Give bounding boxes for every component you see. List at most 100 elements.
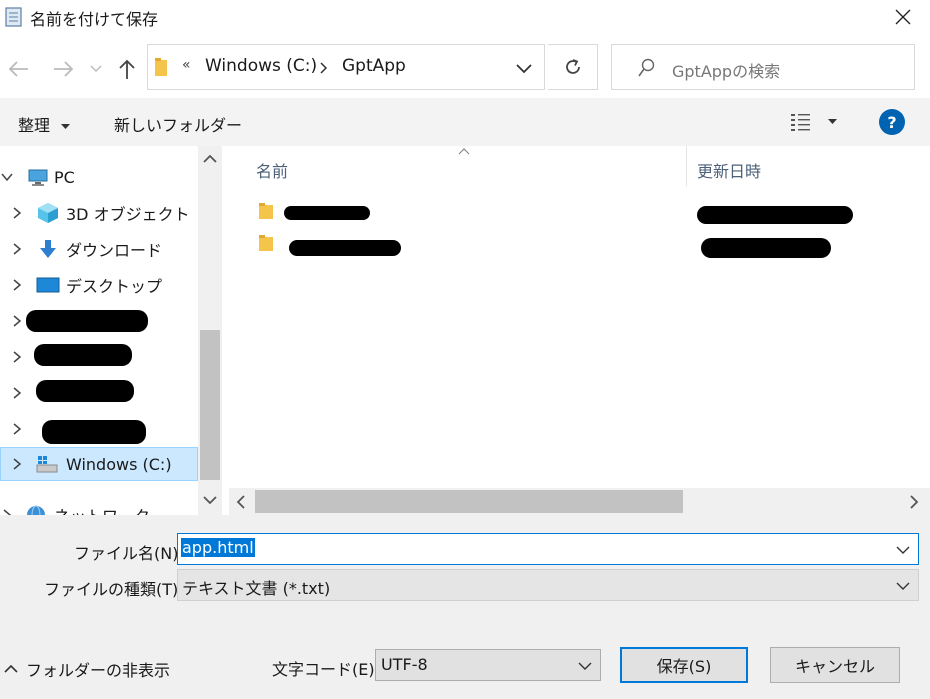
tree-item-redacted[interactable]	[0, 304, 198, 338]
tree-label: 3D オブジェクト	[66, 205, 190, 224]
chevron-right-icon[interactable]	[0, 508, 14, 515]
chevron-right-icon[interactable]	[10, 206, 24, 220]
tree-label: ダウンロード	[66, 241, 163, 260]
redaction-mark	[36, 380, 134, 402]
filetype-label: ファイルの種類(T):	[44, 580, 184, 599]
chevron-down-icon	[90, 65, 102, 73]
close-icon	[895, 9, 911, 25]
navigation-scrollbar[interactable]	[198, 146, 222, 515]
navigation-pane: PC 3D オブジェクト ダウンロード デスクトップ Windows (C:)	[0, 146, 222, 515]
filetype-select[interactable]: テキスト文書 (*.txt)	[177, 569, 919, 601]
chevron-down-icon[interactable]	[896, 543, 910, 557]
column-header-name[interactable]: 名前	[256, 158, 288, 182]
chevron-right-icon[interactable]	[10, 242, 24, 256]
caret-down-icon	[828, 119, 837, 124]
help-button[interactable]: ?	[879, 109, 905, 135]
tree-item-redacted[interactable]	[0, 340, 198, 374]
column-header-date[interactable]: 更新日時	[697, 158, 761, 182]
file-list: 名前 更新日時	[229, 146, 930, 515]
save-button[interactable]: 保存(S)	[620, 647, 748, 683]
network-icon	[27, 505, 45, 515]
chevron-down-icon[interactable]	[0, 170, 14, 184]
folder-icon	[259, 235, 273, 251]
file-row[interactable]	[256, 198, 876, 230]
tree-item-redacted[interactable]	[0, 412, 198, 446]
redaction-mark	[289, 240, 401, 256]
tree-item-redacted[interactable]	[0, 376, 198, 410]
tree-item-downloads[interactable]: ダウンロード	[0, 232, 198, 266]
sort-ascending-icon	[458, 148, 470, 155]
organize-menu[interactable]: 整理	[18, 112, 71, 136]
breadcrumb-segment[interactable]: Windows (C:)	[205, 56, 317, 76]
caret-down-icon	[61, 123, 71, 129]
recent-locations-button[interactable]	[87, 56, 105, 82]
redaction-mark	[701, 238, 831, 258]
column-divider[interactable]	[686, 146, 687, 186]
cancel-button[interactable]: キャンセル	[770, 647, 900, 683]
tree-label: ネットワーク	[54, 503, 150, 515]
chevron-right-icon[interactable]	[10, 457, 24, 471]
chevron-right-icon[interactable]	[10, 422, 24, 436]
arrow-right-icon	[54, 61, 74, 77]
tree-label: PC	[54, 167, 75, 187]
view-options-button[interactable]	[790, 110, 840, 134]
redaction-mark	[34, 344, 132, 366]
search-box[interactable]: GptAppの検索	[611, 44, 915, 90]
file-list-scrollbar[interactable]	[229, 488, 930, 515]
file-row[interactable]	[256, 230, 876, 262]
chevron-right-icon[interactable]	[10, 314, 24, 328]
chevron-down-icon	[578, 662, 592, 670]
arrow-up-icon	[119, 59, 135, 79]
chevron-down-icon[interactable]	[516, 64, 532, 74]
tree-item-pc[interactable]: PC	[0, 160, 198, 194]
chevron-down-icon	[896, 582, 910, 590]
tree-item-desktop[interactable]: デスクトップ	[0, 268, 198, 302]
pc-icon	[28, 169, 48, 186]
navigation-bar: « Windows (C:) GptApp GptAppの検索	[0, 36, 930, 98]
address-overflow[interactable]: «	[182, 57, 191, 73]
scrollbar-thumb[interactable]	[200, 330, 220, 480]
tree-item-3d-objects[interactable]: 3D オブジェクト	[0, 196, 198, 230]
close-button[interactable]	[880, 0, 926, 34]
chevron-right-icon[interactable]	[10, 350, 24, 364]
breadcrumb-segment[interactable]: GptApp	[342, 56, 406, 76]
filetype-value: テキスト文書 (*.txt)	[182, 579, 331, 598]
scrollbar-thumb[interactable]	[255, 490, 683, 513]
drive-icon	[36, 456, 58, 473]
scroll-left-icon[interactable]	[236, 495, 246, 509]
hide-folders-button[interactable]: フォルダーの非表示	[4, 657, 170, 681]
3d-objects-icon	[38, 203, 58, 223]
scroll-down-icon[interactable]	[203, 495, 217, 505]
refresh-button[interactable]	[548, 44, 598, 90]
tree-item-windows-c[interactable]: Windows (C:)	[0, 447, 198, 481]
scroll-right-icon[interactable]	[909, 495, 919, 509]
tree-label: デスクトップ	[66, 277, 163, 296]
redaction-mark	[284, 206, 370, 220]
refresh-icon	[565, 59, 580, 74]
back-button[interactable]	[6, 56, 32, 82]
filename-input[interactable]: app.html	[177, 533, 919, 565]
new-folder-button[interactable]: 新しいフォルダー	[114, 112, 242, 136]
filename-value[interactable]: app.html	[181, 538, 255, 557]
address-bar[interactable]: « Windows (C:) GptApp	[147, 44, 545, 90]
scroll-up-icon[interactable]	[203, 154, 217, 164]
encoding-select[interactable]: UTF-8	[375, 649, 601, 681]
search-icon	[638, 58, 655, 77]
encoding-value: UTF-8	[381, 655, 428, 674]
chevron-right-icon[interactable]	[10, 278, 24, 292]
notepad-icon	[5, 7, 22, 27]
command-bar: 整理 新しいフォルダー	[0, 98, 930, 146]
filename-label: ファイル名(N):	[74, 544, 184, 563]
arrow-left-icon	[8, 61, 28, 77]
desktop-icon	[36, 277, 60, 293]
search-placeholder: GptAppの検索	[672, 62, 781, 81]
tree-label: Windows (C:)	[66, 454, 172, 474]
up-button[interactable]	[114, 56, 140, 82]
chevron-right-icon[interactable]	[10, 386, 24, 400]
chevron-right-icon	[320, 62, 328, 74]
save-options-panel: ファイル名(N): app.html ファイルの種類(T): テキスト文書 (*…	[0, 515, 930, 699]
redaction-mark	[26, 310, 148, 332]
tree-item-network[interactable]: ネットワーク	[0, 498, 198, 515]
chevron-up-icon	[4, 664, 18, 673]
forward-button[interactable]	[50, 56, 76, 82]
